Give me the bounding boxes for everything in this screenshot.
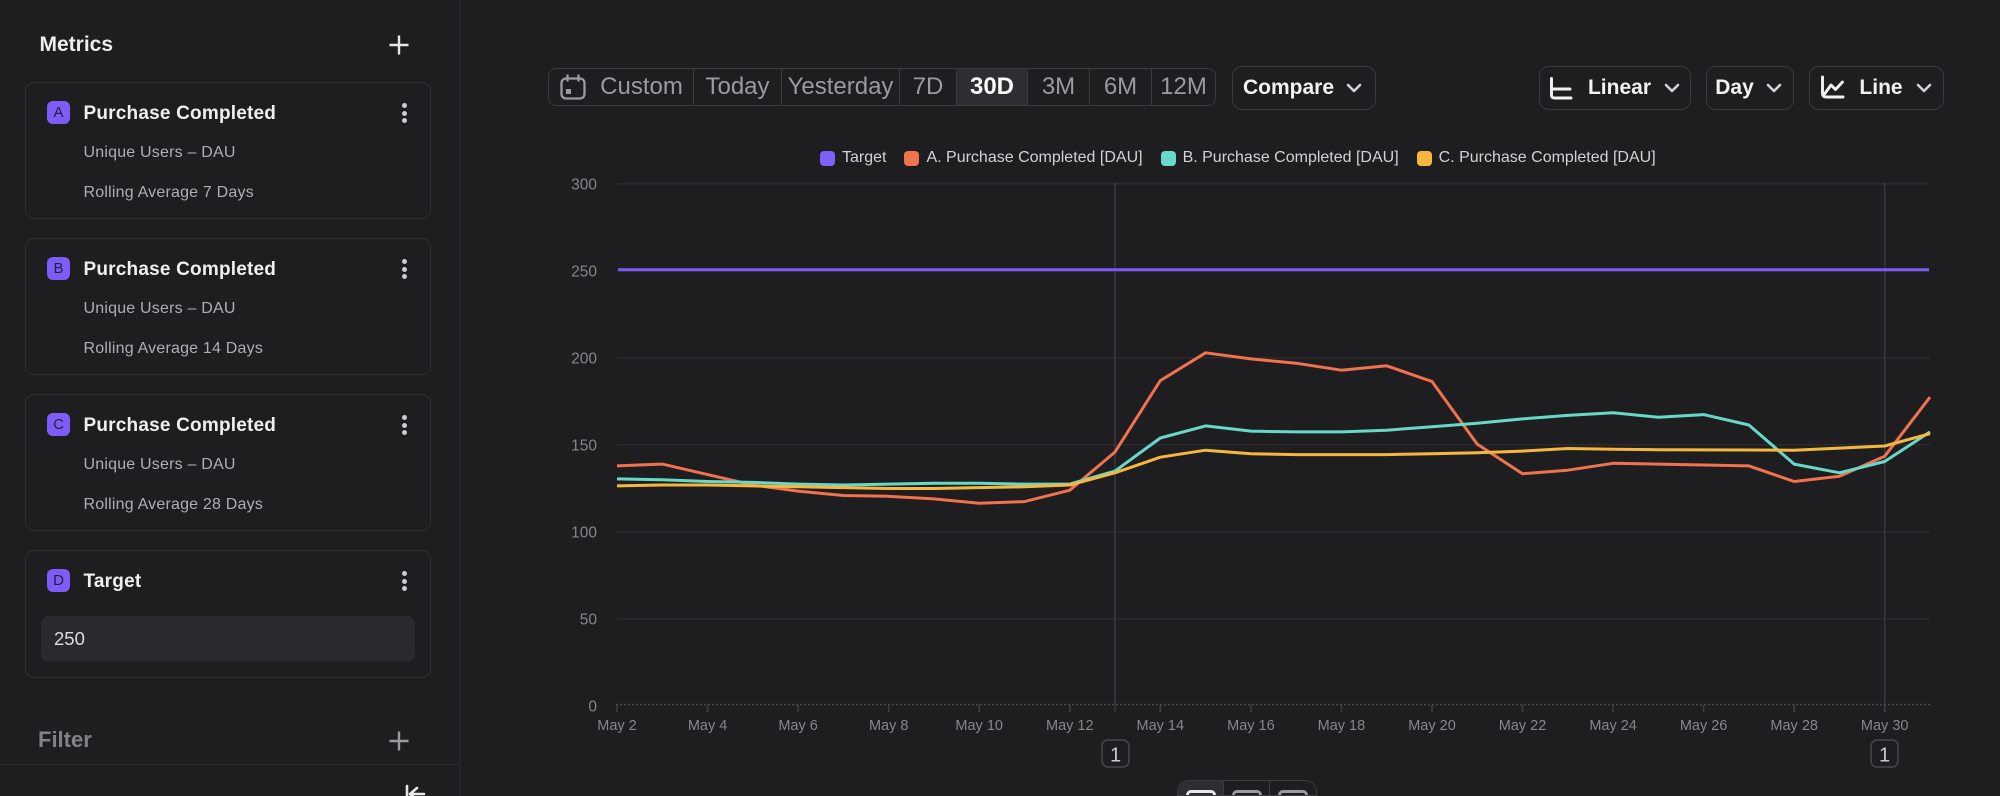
- svg-text:150: 150: [571, 438, 597, 455]
- svg-text:May 2: May 2: [597, 718, 637, 734]
- svg-text:1: 1: [1879, 745, 1890, 767]
- svg-text:May 30: May 30: [1861, 718, 1909, 734]
- svg-text:May 8: May 8: [869, 718, 909, 734]
- svg-text:250: 250: [571, 264, 597, 281]
- svg-text:50: 50: [580, 612, 598, 629]
- svg-text:May 18: May 18: [1318, 718, 1366, 734]
- svg-text:May 26: May 26: [1680, 718, 1728, 734]
- svg-text:100: 100: [571, 525, 597, 542]
- svg-text:May 20: May 20: [1408, 718, 1456, 734]
- svg-text:May 12: May 12: [1046, 718, 1094, 734]
- svg-text:May 4: May 4: [688, 718, 728, 734]
- svg-text:May 6: May 6: [778, 718, 818, 734]
- svg-text:0: 0: [588, 699, 597, 716]
- svg-text:May 28: May 28: [1770, 718, 1818, 734]
- svg-text:200: 200: [571, 351, 597, 368]
- svg-text:1: 1: [1110, 745, 1121, 767]
- svg-text:300: 300: [571, 177, 597, 194]
- svg-text:May 16: May 16: [1227, 718, 1275, 734]
- svg-text:May 24: May 24: [1589, 718, 1637, 734]
- svg-text:May 14: May 14: [1137, 718, 1185, 734]
- svg-text:May 10: May 10: [955, 718, 1003, 734]
- svg-text:May 22: May 22: [1499, 718, 1547, 734]
